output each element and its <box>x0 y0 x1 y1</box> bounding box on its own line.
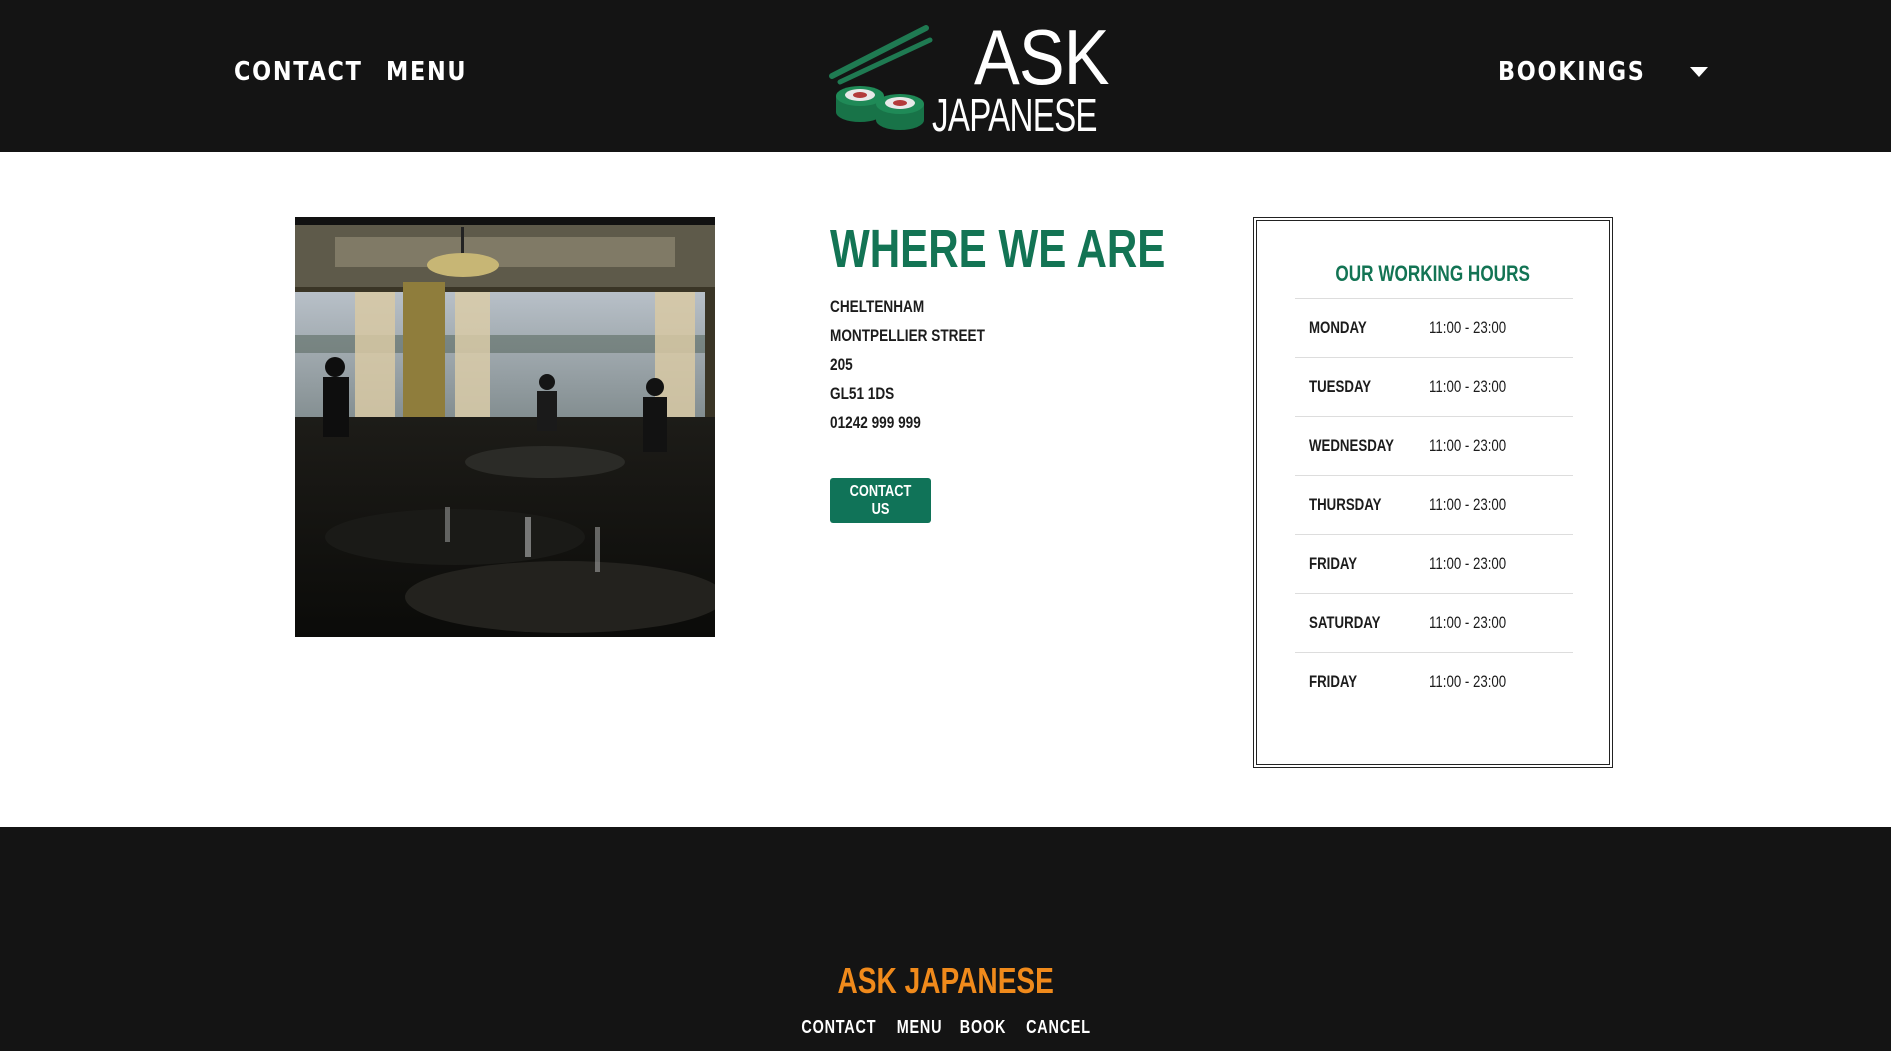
address-street: MONTPELLIER STREET <box>830 326 985 345</box>
footer-cancel-link[interactable]: CANCEL <box>1026 1015 1091 1039</box>
site-footer: ASK JAPANESE CONTACT MENU BOOK CANCEL <box>0 827 1891 1051</box>
day-label: FRIDAY <box>1309 554 1358 573</box>
address-number: 205 <box>830 355 853 374</box>
nav-menu-link[interactable]: MENU <box>386 54 467 90</box>
scrollbar[interactable] <box>1891 0 1895 1051</box>
working-hours-table: MONDAY 11:00 - 23:00 TUESDAY 11:00 - 23:… <box>1295 298 1573 712</box>
contact-us-button-label: CONTACT US <box>849 482 912 518</box>
footer-book-link[interactable]: BOOK <box>960 1015 1006 1039</box>
site-header: CONTACT MENU ASK JAPANESE BOOKINGS <box>0 0 1891 152</box>
table-row: SATURDAY 11:00 - 23:00 <box>1295 593 1573 653</box>
working-hours-card: OUR WORKING HOURS MONDAY 11:00 - 23:00 T… <box>1253 217 1613 768</box>
footer-menu-link[interactable]: MENU <box>897 1015 943 1039</box>
working-hours-title: OUR WORKING HOURS <box>1335 261 1531 286</box>
table-row: THURSDAY 11:00 - 23:00 <box>1295 475 1573 535</box>
time-value: 11:00 - 23:00 <box>1429 554 1507 573</box>
day-label: FRIDAY <box>1309 672 1358 692</box>
table-row: FRIDAY 11:00 - 23:00 <box>1295 534 1573 594</box>
site-logo[interactable]: ASK JAPANESE <box>826 18 1110 138</box>
footer-nav: CONTACT MENU BOOK CANCEL <box>0 1015 1891 1039</box>
time-value: 11:00 - 23:00 <box>1429 495 1507 514</box>
logo-text-ask: ASK <box>974 13 1110 101</box>
day-label: WEDNESDAY <box>1309 436 1394 455</box>
time-value: 11:00 - 23:00 <box>1429 672 1507 692</box>
address-postcode: GL51 1DS <box>830 384 895 403</box>
page: CONTACT MENU ASK JAPANESE BOOKINGS WHERE… <box>0 0 1895 1051</box>
time-value: 11:00 - 23:00 <box>1429 318 1507 337</box>
footer-contact-link[interactable]: CONTACT <box>801 1015 876 1039</box>
address-phone: 01242 999 999 <box>830 413 921 432</box>
logo-text-japanese: JAPANESE <box>932 89 1098 141</box>
day-label: THURSDAY <box>1309 495 1382 514</box>
restaurant-interior-image <box>295 217 715 637</box>
table-row: MONDAY 11:00 - 23:00 <box>1295 298 1573 358</box>
day-label: TUESDAY <box>1309 377 1372 396</box>
day-label: SATURDAY <box>1309 613 1381 632</box>
primary-nav: CONTACT MENU <box>234 54 480 90</box>
time-value: 11:00 - 23:00 <box>1429 436 1507 455</box>
contact-us-button[interactable]: CONTACT US <box>830 478 931 523</box>
caret-down-icon <box>1689 67 1708 77</box>
bookings-label: BOOKINGS <box>1498 57 1646 87</box>
footer-brand: ASK JAPANESE <box>837 960 1054 1001</box>
sushi-chopsticks-logo-icon <box>829 25 933 130</box>
time-value: 11:00 - 23:00 <box>1429 613 1507 632</box>
table-row: TUESDAY 11:00 - 23:00 <box>1295 357 1573 417</box>
table-row: WEDNESDAY 11:00 - 23:00 <box>1295 416 1573 476</box>
bookings-dropdown[interactable]: BOOKINGS <box>1498 54 1708 90</box>
table-row: FRIDAY 11:00 - 23:00 <box>1295 652 1573 712</box>
address-list: CHELTENHAM MONTPELLIER STREET 205 GL51 1… <box>830 292 1024 437</box>
restaurant-photo <box>295 217 715 637</box>
location-title: WHERE WE ARE <box>830 219 1166 279</box>
address-city: CHELTENHAM <box>830 297 925 316</box>
day-label: MONDAY <box>1309 318 1367 337</box>
nav-contact-link[interactable]: CONTACT <box>234 54 363 90</box>
time-value: 11:00 - 23:00 <box>1429 377 1507 396</box>
